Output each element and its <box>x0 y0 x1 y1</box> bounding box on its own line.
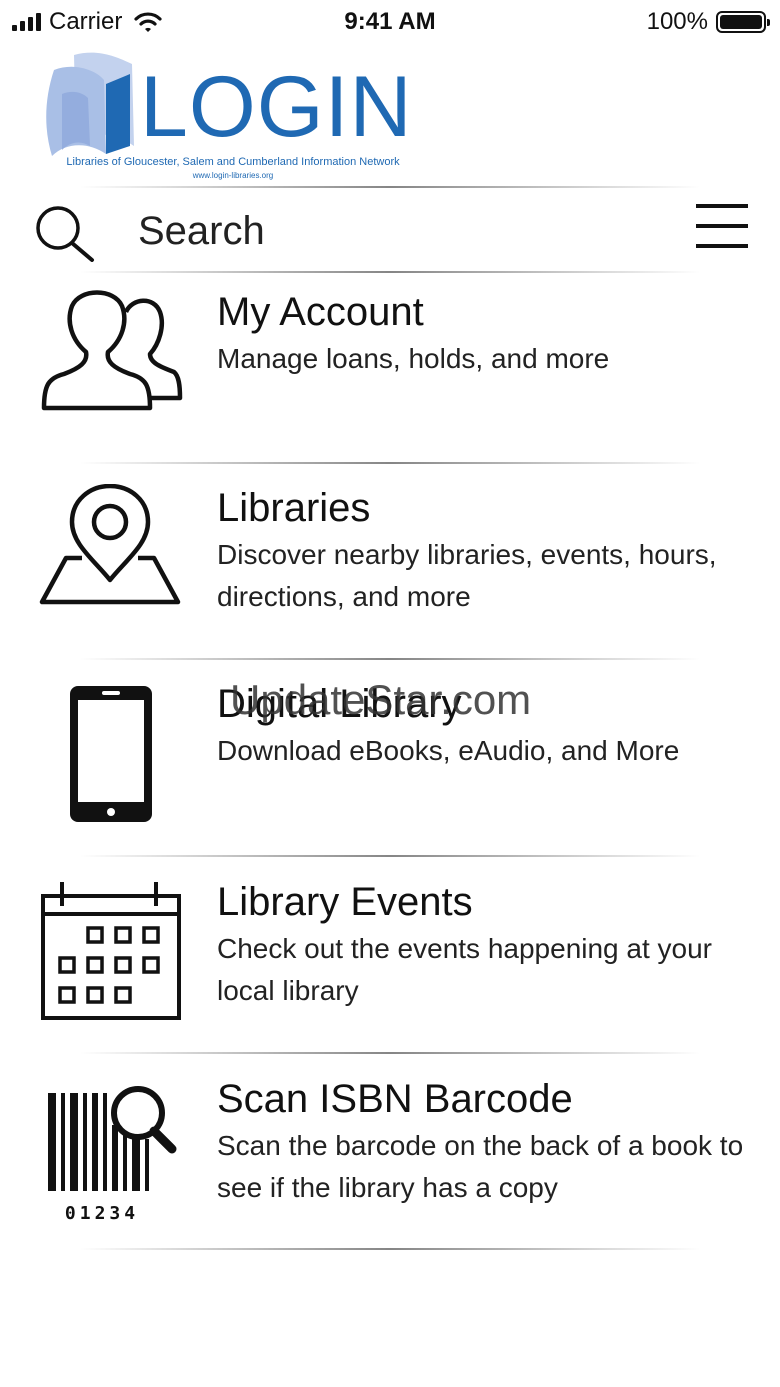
menu-item-description: Manage loans, holds, and more <box>217 343 610 374</box>
users-icon <box>41 290 183 411</box>
login-logo: LOGIN Libraries of Gloucester, Salem and… <box>44 50 424 182</box>
hamburger-menu-icon[interactable] <box>696 202 752 250</box>
divider <box>80 658 700 660</box>
divider <box>80 1052 700 1054</box>
menu-item-title: Libraries <box>217 486 371 530</box>
status-right: 100% <box>646 8 770 36</box>
menu-item-description: Check out the events happening at your l… <box>217 933 713 1006</box>
battery-icon <box>716 11 770 33</box>
menu-item-description: Scan the barcode on the back of a book t… <box>217 1130 744 1203</box>
search-input[interactable] <box>138 208 658 254</box>
menu-item-title: Library Events <box>217 880 473 924</box>
map-pin-icon <box>39 484 181 605</box>
menu-item-title: My Account <box>217 290 424 334</box>
search-bar <box>0 190 780 272</box>
logo-subtitle: Libraries of Gloucester, Salem and Cumbe… <box>66 156 400 168</box>
barcode-digits: 01234 <box>65 1203 139 1224</box>
book-pages-icon <box>46 52 134 156</box>
status-bar: Carrier 9:41 AM 100% <box>0 0 780 44</box>
logo-wordmark: LOGIN <box>140 59 413 155</box>
divider <box>80 1248 700 1250</box>
divider <box>80 462 700 464</box>
menu-item-title: Scan ISBN Barcode <box>217 1077 573 1121</box>
menu-item-library-events[interactable]: Library Events Check out the events happ… <box>0 870 780 1050</box>
divider <box>80 855 700 857</box>
watermark: UpdateStar.com <box>230 676 532 723</box>
barcode-scan-icon: 01234 <box>48 1086 177 1224</box>
divider <box>80 271 700 273</box>
menu-item-description: Discover nearby libraries, events, hours… <box>217 539 717 612</box>
menu-item-my-account[interactable]: My Account Manage loans, holds, and more <box>0 280 780 460</box>
logo-url: www.login-libraries.org <box>192 171 274 180</box>
smartphone-icon <box>70 686 152 822</box>
search-icon[interactable] <box>34 204 96 262</box>
menu-item-scan-isbn-barcode[interactable]: 01234 Scan ISBN Barcode Scan the barcode… <box>0 1067 780 1247</box>
menu-item-libraries[interactable]: Libraries Discover nearby libraries, eve… <box>0 476 780 656</box>
divider <box>80 186 700 188</box>
menu-item-description: Download eBooks, eAudio, and More <box>217 735 680 766</box>
battery-percent: 100% <box>646 8 708 35</box>
calendar-icon <box>41 882 181 1020</box>
